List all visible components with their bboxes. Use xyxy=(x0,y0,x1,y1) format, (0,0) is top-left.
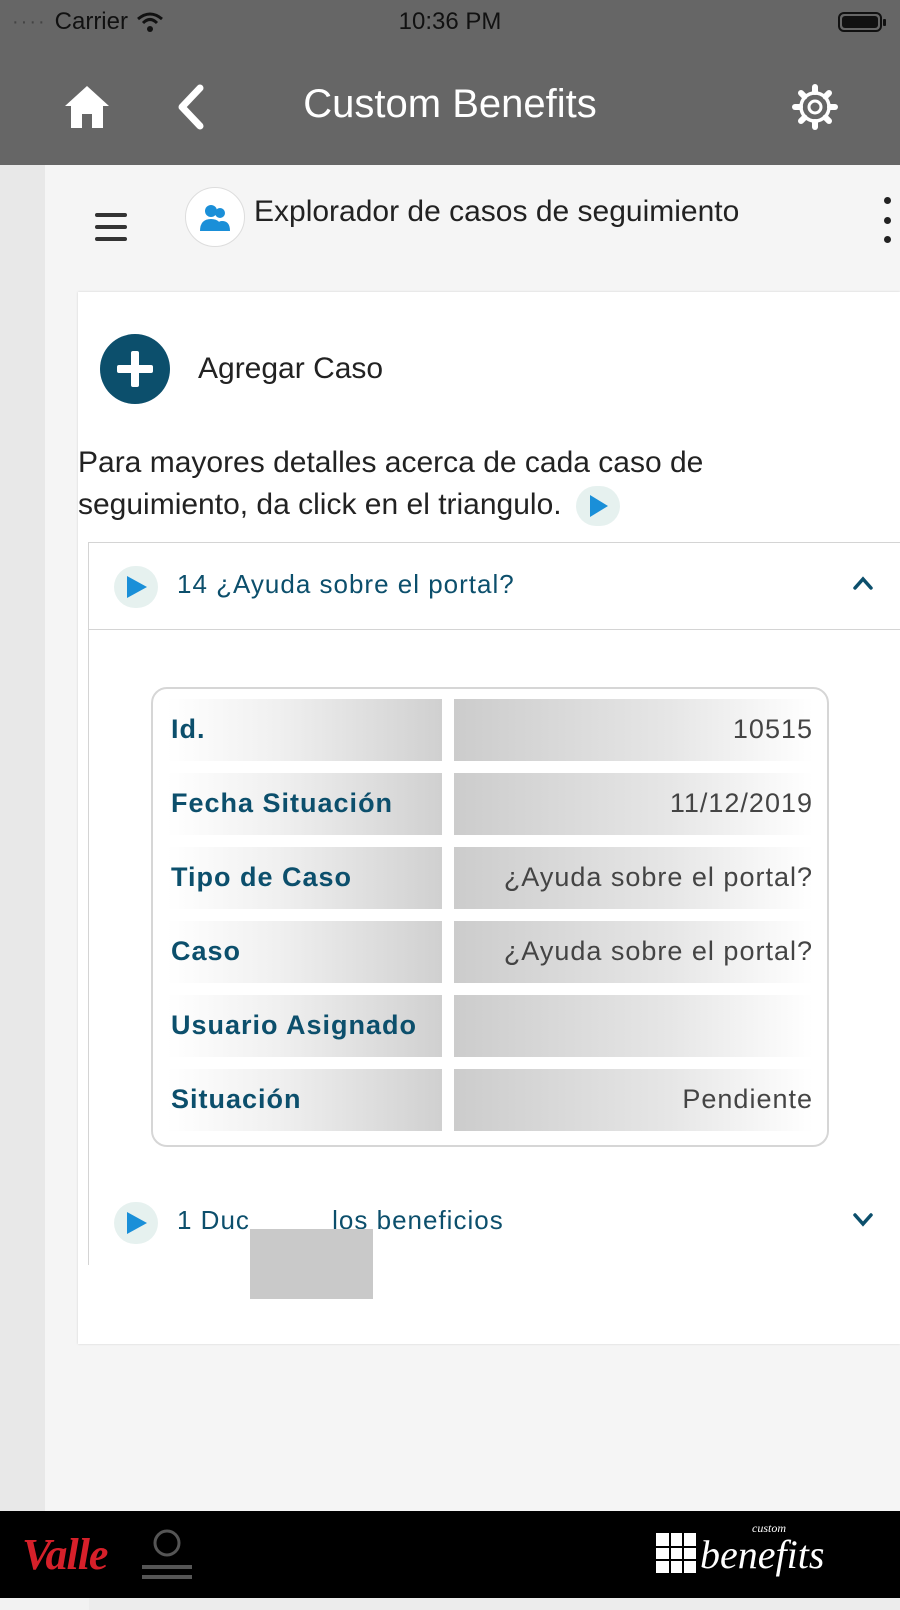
help-text: Para mayores detalles acerca de cada cas… xyxy=(78,442,858,527)
plus-icon[interactable] xyxy=(100,334,170,404)
detail-row: Situación Pendiente xyxy=(167,1069,813,1131)
case-title[interactable]: 14 ¿Ayuda sobre el portal? xyxy=(177,569,515,600)
add-case-label[interactable]: Agregar Caso xyxy=(198,352,383,386)
side-strip xyxy=(0,165,45,1511)
status-time: 10:36 PM xyxy=(398,8,502,35)
main-content: Explorador de casos de seguimiento Agreg… xyxy=(45,165,900,1610)
detail-label: Tipo de Caso xyxy=(171,862,353,892)
detail-row: Caso ¿Ayuda sobre el portal? xyxy=(167,921,813,983)
detail-row: Id. 10515 xyxy=(167,699,813,761)
add-case-row[interactable]: Agregar Caso xyxy=(100,334,383,404)
case-header[interactable]: 14 ¿Ayuda sobre el portal? xyxy=(89,543,900,630)
detail-label: Fecha Situación xyxy=(171,788,394,818)
detail-value: ¿Ayuda sobre el portal? xyxy=(503,862,813,892)
detail-label: Caso xyxy=(171,936,242,966)
page-title: Explorador de casos de seguimiento xyxy=(254,195,740,228)
detail-row: Tipo de Caso ¿Ayuda sobre el portal? xyxy=(167,847,813,909)
detail-value: 11/12/2019 xyxy=(669,788,813,818)
chevron-down-icon[interactable] xyxy=(853,1209,873,1229)
expand-triangle-icon[interactable] xyxy=(114,566,158,608)
users-icon xyxy=(185,187,245,247)
status-bar: ···· Carrier 10:36 PM xyxy=(0,0,900,52)
cases-card: Agregar Caso Para mayores detalles acerc… xyxy=(78,292,900,1610)
app-title: Custom Benefits xyxy=(303,82,597,126)
detail-row: Usuario Asignado xyxy=(167,995,813,1057)
detail-label: Situación xyxy=(171,1084,302,1114)
triangle-icon xyxy=(575,486,620,527)
more-options-icon[interactable] xyxy=(884,197,892,243)
custom-benefits-word: benefits xyxy=(700,1532,825,1577)
detail-value: Pendiente xyxy=(682,1084,813,1114)
chevron-up-icon[interactable] xyxy=(853,573,873,593)
footer-bar: Valle custom benefits xyxy=(0,1511,900,1598)
detail-value: ¿Ayuda sobre el portal? xyxy=(503,936,813,966)
battery-icon xyxy=(838,12,886,32)
cases-accordion: 14 ¿Ayuda sobre el portal? Id. 10515 Fec… xyxy=(88,542,900,1610)
loading-overlay xyxy=(250,1229,373,1299)
valle-logo: Valle xyxy=(22,1530,108,1579)
nav-bar: Custom Benefits xyxy=(0,52,900,165)
menu-icon[interactable] xyxy=(95,213,127,241)
santa-clara-logo xyxy=(142,1529,192,1579)
expand-triangle-icon[interactable] xyxy=(114,1202,158,1244)
detail-row: Fecha Situación 11/12/2019 xyxy=(167,773,813,835)
custom-benefits-logo: custom benefits xyxy=(656,1521,824,1585)
detail-label: Usuario Asignado xyxy=(171,1010,418,1040)
gear-icon[interactable] xyxy=(792,84,838,130)
detail-label: Id. xyxy=(171,714,206,744)
case-detail-table: Id. 10515 Fecha Situación 11/12/2019 Tip… xyxy=(151,687,829,1147)
case-header[interactable]: 1 Duc los beneficios xyxy=(89,1179,900,1265)
detail-value: 10515 xyxy=(732,714,813,744)
